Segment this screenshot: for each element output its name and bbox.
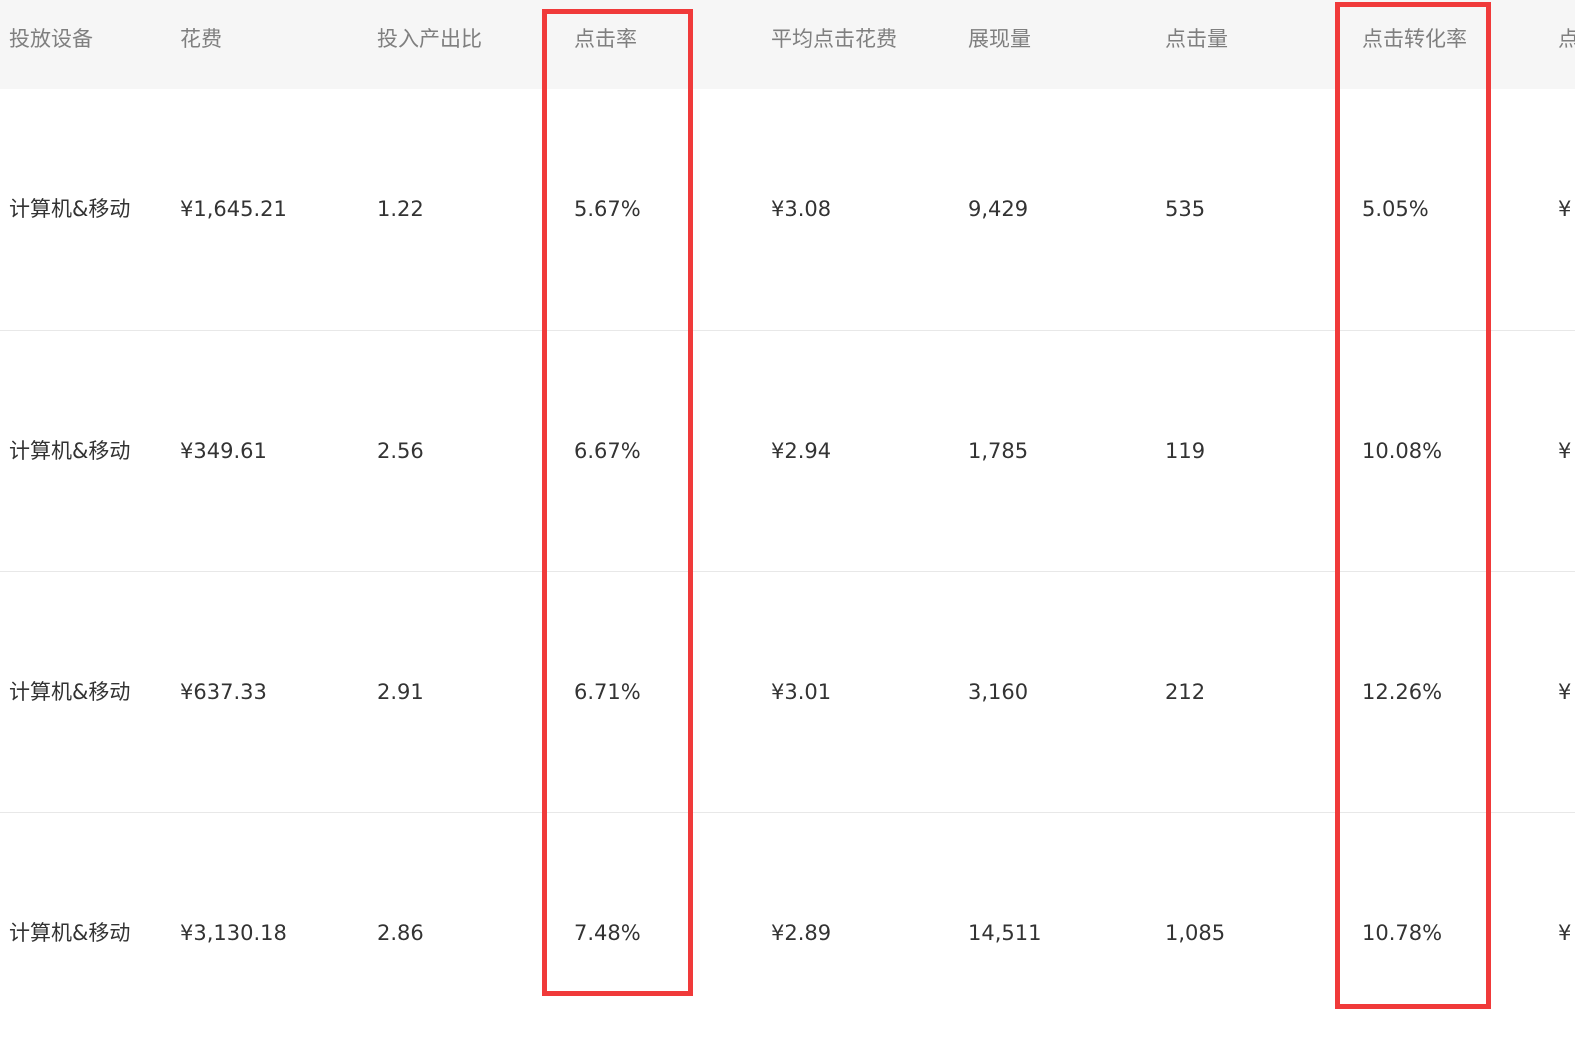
column-header-clicks[interactable]: 点击量	[1165, 29, 1228, 50]
cell-roi: 2.56	[377, 439, 424, 463]
cell-impressions: 3,160	[968, 680, 1029, 704]
column-header-device[interactable]: 投放设备	[9, 29, 93, 50]
cell-cost: ¥637.33	[180, 680, 267, 704]
cell-impressions: 1,785	[968, 439, 1029, 463]
cell-device: 计算机&移动	[9, 921, 131, 945]
cell-device: 计算机&移动	[9, 439, 131, 463]
cell-cost: ¥1,645.21	[180, 197, 287, 221]
cell-avg-cpc: ¥3.01	[771, 680, 832, 704]
cell-truncated: ¥	[1558, 197, 1572, 221]
report-table: 投放设备 花费 投入产出比 点击率 平均点击花费 展现量 点击量 点击转化率 点…	[0, 0, 1575, 1054]
table-header-row: 投放设备 花费 投入产出比 点击率 平均点击花费 展现量 点击量 点击转化率 点	[0, 0, 1575, 89]
column-header-cost[interactable]: 花费	[180, 29, 222, 50]
cell-roi: 1.22	[377, 197, 424, 221]
cell-cost: ¥3,130.18	[180, 921, 287, 945]
column-header-ctr[interactable]: 点击率	[574, 29, 637, 50]
data-table-viewport: 投放设备 花费 投入产出比 点击率 平均点击花费 展现量 点击量 点击转化率 点…	[0, 0, 1575, 1056]
cell-impressions: 9,429	[968, 197, 1029, 221]
cell-conversion-rate: 12.26%	[1362, 680, 1443, 704]
cell-avg-cpc: ¥3.08	[771, 197, 832, 221]
table-row: 计算机&移动 ¥1,645.21 1.22 5.67% ¥3.08 9,429 …	[0, 89, 1575, 331]
cell-clicks: 212	[1165, 680, 1206, 704]
column-header-conversion-rate[interactable]: 点击转化率	[1362, 29, 1467, 50]
cell-impressions: 14,511	[968, 921, 1042, 945]
cell-clicks: 119	[1165, 439, 1206, 463]
cell-truncated: ¥	[1558, 921, 1572, 945]
cell-truncated: ¥	[1558, 680, 1572, 704]
cell-conversion-rate: 5.05%	[1362, 197, 1429, 221]
table-row: 计算机&移动 ¥637.33 2.91 6.71% ¥3.01 3,160 21…	[0, 572, 1575, 813]
cell-clicks: 535	[1165, 197, 1206, 221]
cell-ctr: 5.67%	[574, 197, 641, 221]
cell-ctr: 6.71%	[574, 680, 641, 704]
column-header-impressions[interactable]: 展现量	[968, 29, 1031, 50]
column-header-truncated[interactable]: 点	[1558, 29, 1575, 50]
cell-clicks: 1,085	[1165, 921, 1226, 945]
table-row: 计算机&移动 ¥349.61 2.56 6.67% ¥2.94 1,785 11…	[0, 331, 1575, 572]
cell-roi: 2.91	[377, 680, 424, 704]
cell-ctr: 7.48%	[574, 921, 641, 945]
column-header-roi[interactable]: 投入产出比	[377, 29, 482, 50]
cell-cost: ¥349.61	[180, 439, 267, 463]
cell-device: 计算机&移动	[9, 197, 131, 221]
table-row: 计算机&移动 ¥3,130.18 2.86 7.48% ¥2.89 14,511…	[0, 813, 1575, 1054]
cell-conversion-rate: 10.08%	[1362, 439, 1443, 463]
cell-device: 计算机&移动	[9, 680, 131, 704]
cell-truncated: ¥	[1558, 439, 1572, 463]
column-header-avg-cpc[interactable]: 平均点击花费	[771, 29, 897, 50]
cell-avg-cpc: ¥2.94	[771, 439, 832, 463]
cell-conversion-rate: 10.78%	[1362, 921, 1443, 945]
cell-roi: 2.86	[377, 921, 424, 945]
cell-ctr: 6.67%	[574, 439, 641, 463]
cell-avg-cpc: ¥2.89	[771, 921, 832, 945]
